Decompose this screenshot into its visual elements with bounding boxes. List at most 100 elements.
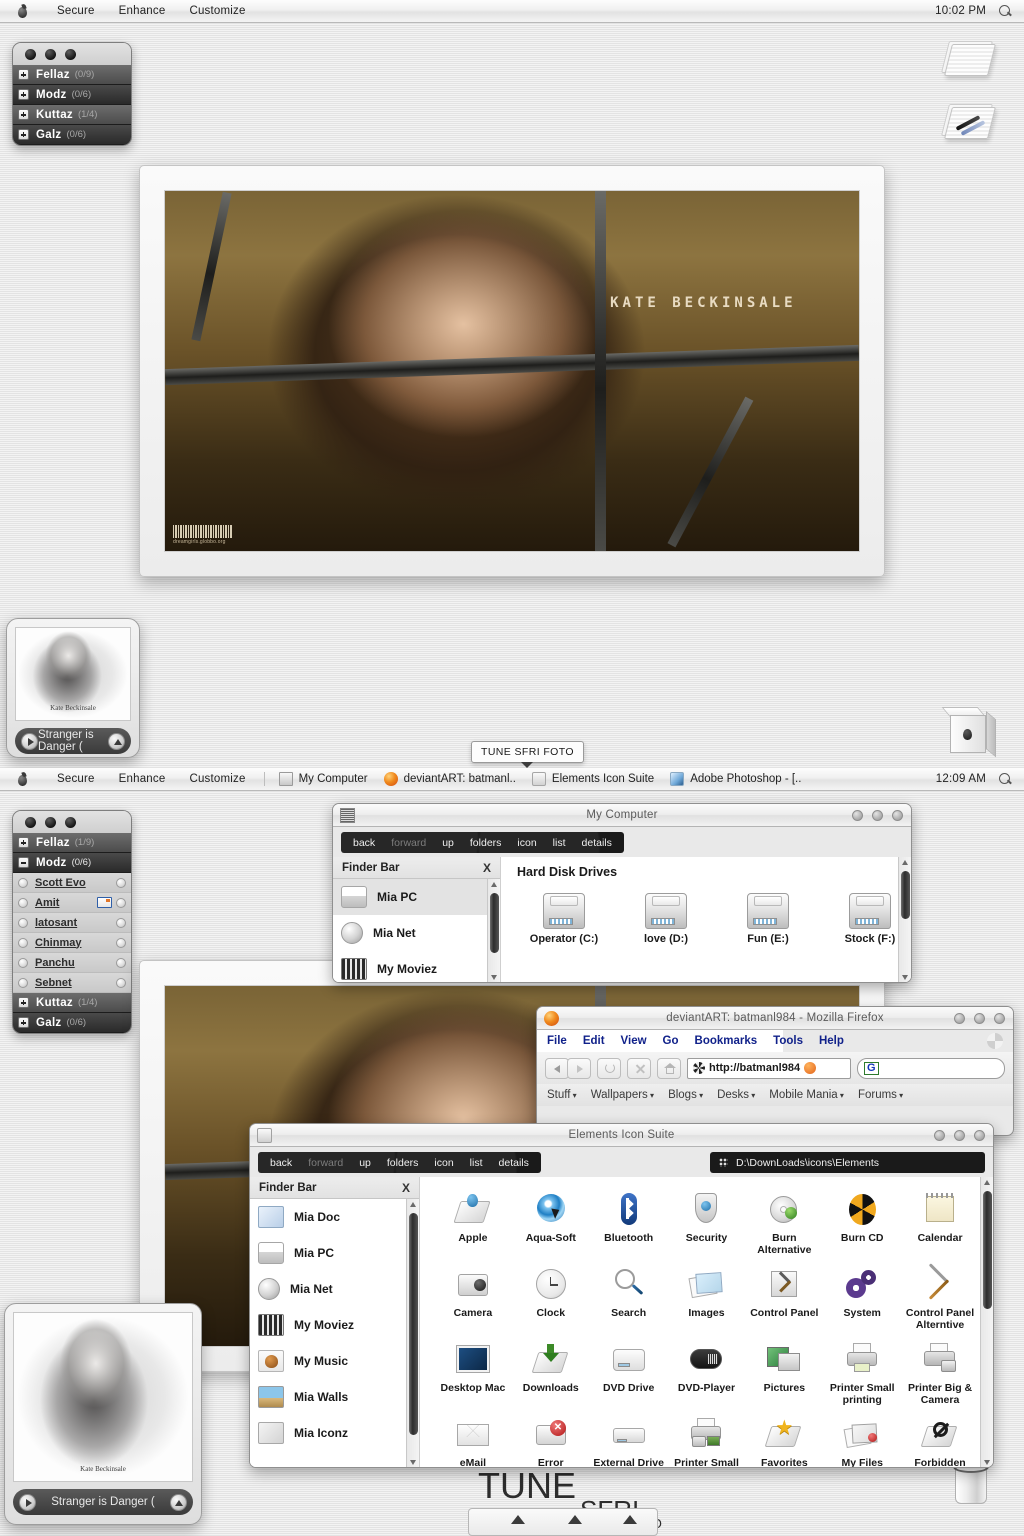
finder-bar-list[interactable]: Mia Doc Mia PC Mia Net My Moviez My Musi… xyxy=(250,1199,419,1467)
finder-item-mia-pc[interactable]: Mia PC xyxy=(333,879,500,915)
icon-view-button[interactable]: icon xyxy=(509,837,544,849)
titlebar[interactable]: Elements Icon Suite xyxy=(250,1124,993,1147)
buddy-item-scott-evo[interactable]: Scott Evo xyxy=(13,873,131,893)
bookmark-stuff[interactable]: Stuff xyxy=(547,1089,577,1101)
finder-bar-list[interactable]: Mia PC Mia Net My Moviez xyxy=(333,879,500,982)
details-view-button[interactable]: details xyxy=(491,1157,537,1169)
search-icon[interactable] xyxy=(996,3,1016,19)
taskbar-item-elements[interactable]: Elements Icon Suite xyxy=(524,772,662,786)
minimize-button[interactable] xyxy=(852,810,863,821)
rss-icon[interactable] xyxy=(804,1062,817,1074)
icon-item-control-panel[interactable]: Control Panel xyxy=(745,1260,823,1335)
zoom-button[interactable] xyxy=(65,48,76,60)
forward-button[interactable]: forward xyxy=(300,1157,351,1169)
details-view-button[interactable]: details xyxy=(574,837,620,849)
buddy-item-panchu[interactable]: Panchu xyxy=(13,953,131,973)
zoom-button[interactable] xyxy=(65,816,76,828)
menu-help[interactable]: Help xyxy=(819,1035,844,1047)
buddy-group-kuttaz[interactable]: Kuttaz (1/4) xyxy=(13,105,131,125)
icon-item-error[interactable]: ✕ Error xyxy=(512,1410,590,1467)
buddy-item-sebnet[interactable]: Sebnet xyxy=(13,973,131,993)
buddy-group-kuttaz[interactable]: Kuttaz (1/4) xyxy=(13,993,131,1013)
titlebar[interactable]: My Computer xyxy=(333,804,911,827)
close-button[interactable] xyxy=(892,810,903,821)
menubar-top[interactable]: Secure Enhance Customize 10:02 PM xyxy=(0,0,1024,23)
content-scrollbar[interactable] xyxy=(898,857,911,982)
play-icon[interactable] xyxy=(21,732,38,750)
expand-icon[interactable] xyxy=(18,1017,29,1028)
menu-item-secure[interactable]: Secure xyxy=(45,773,107,785)
content-scrollbar[interactable] xyxy=(980,1177,993,1467)
icon-item-dvd-player[interactable]: DVD-Player xyxy=(668,1335,746,1410)
titlebar[interactable]: deviantART: batmanl984 - Mozilla Firefox xyxy=(537,1007,1013,1030)
taskbar-item-deviantart[interactable]: deviantART: batmanl.. xyxy=(376,772,524,786)
expand-icon[interactable] xyxy=(18,69,29,80)
icon-item-camera[interactable]: Camera xyxy=(434,1260,512,1335)
taskbar-item-photoshop[interactable]: Adobe Photoshop - [.. xyxy=(662,772,809,786)
buddy-window-controls[interactable] xyxy=(13,811,131,833)
close-icon[interactable]: X xyxy=(402,1181,410,1195)
forward-icon[interactable] xyxy=(567,1057,591,1079)
window-buttons[interactable] xyxy=(852,810,903,821)
finder-bar[interactable]: Finder Bar X Mia Doc Mia PC Mia Net My M… xyxy=(250,1177,420,1467)
icon-item-aqua-soft[interactable]: Aqua-Soft xyxy=(512,1185,590,1260)
icon-item-security[interactable]: Security xyxy=(668,1185,746,1260)
close-icon[interactable]: X xyxy=(483,861,491,875)
icon-view-button[interactable]: icon xyxy=(426,1157,461,1169)
maximize-button[interactable] xyxy=(974,1013,985,1024)
firefox-navbar[interactable]: http://batmanl984 G xyxy=(537,1052,1013,1084)
icon-item-downloads[interactable]: Downloads xyxy=(512,1335,590,1410)
address-bar[interactable]: D:\DownLoads\icons\Elements xyxy=(710,1152,985,1173)
action-icon[interactable] xyxy=(116,897,126,908)
explorer-toolbar[interactable]: back forward up folders icon list detail… xyxy=(250,1147,993,1177)
maximize-button[interactable] xyxy=(872,810,883,821)
menu-item-customize[interactable]: Customize xyxy=(177,5,257,17)
drive-stock-f[interactable]: Stock (F:) xyxy=(833,893,907,945)
menu-item-customize[interactable]: Customize xyxy=(177,773,257,785)
media-player-widget-bottom[interactable]: Kate Beckinsale Stranger is Danger ( xyxy=(4,1303,202,1525)
menubar-bottom[interactable]: Secure Enhance Customize My Computer dev… xyxy=(0,768,1024,791)
maximize-button[interactable] xyxy=(954,1130,965,1141)
icon-item-apple[interactable]: Apple xyxy=(434,1185,512,1260)
nav-button-group[interactable]: back forward up folders icon list detail… xyxy=(258,1152,541,1173)
action-icon[interactable] xyxy=(116,877,126,888)
close-button[interactable] xyxy=(25,48,36,60)
taskbar-item-my-computer[interactable]: My Computer xyxy=(271,772,376,786)
nav-button-group[interactable]: back forward up folders icon list detail… xyxy=(341,832,624,853)
player-controls[interactable]: Stranger is Danger ( xyxy=(15,728,131,754)
stop-icon[interactable] xyxy=(627,1057,651,1079)
scroll-thumb[interactable] xyxy=(901,871,910,919)
desktop-icon-notepad-pens[interactable] xyxy=(941,103,1000,143)
menu-bookmarks[interactable]: Bookmarks xyxy=(695,1035,758,1047)
minimize-button[interactable] xyxy=(954,1013,965,1024)
scroll-thumb[interactable] xyxy=(983,1191,992,1309)
scroll-up-icon[interactable] xyxy=(491,882,497,887)
buddy-window-controls[interactable] xyxy=(13,43,131,65)
mail-icon[interactable] xyxy=(97,897,112,908)
buddy-group-fellaz[interactable]: Fellaz (1/9) xyxy=(13,833,131,853)
bookmark-mobile-mania[interactable]: Mobile Mania xyxy=(769,1089,844,1101)
list-view-button[interactable]: list xyxy=(545,837,574,849)
search-input[interactable]: G xyxy=(857,1057,1005,1079)
icon-item-search[interactable]: Search xyxy=(590,1260,668,1335)
bookmark-wallpapers[interactable]: Wallpapers xyxy=(591,1089,654,1101)
search-icon[interactable] xyxy=(996,771,1016,787)
buddy-group-modz[interactable]: Modz (0/6) xyxy=(13,85,131,105)
expand-icon[interactable] xyxy=(18,837,29,848)
buddy-list-top[interactable]: Fellaz (0/9) Modz (0/6) Kuttaz (1/4) Gal… xyxy=(12,42,132,146)
explorer-toolbar[interactable]: back forward up folders icon list detail… xyxy=(333,827,911,857)
icon-item-desktop-mac[interactable]: Desktop Mac xyxy=(434,1335,512,1410)
finder-item-mia-doc[interactable]: Mia Doc xyxy=(250,1199,419,1235)
finder-item-mia-net[interactable]: Mia Net xyxy=(250,1271,419,1307)
photo-frame-widget[interactable]: KATE BECKINSALE dreamgirls.globbo.org xyxy=(139,165,885,577)
url-input[interactable]: http://batmanl984 xyxy=(687,1057,851,1079)
scroll-down-icon[interactable] xyxy=(491,975,497,980)
home-icon[interactable] xyxy=(657,1057,681,1079)
buddy-item-amit[interactable]: Amit xyxy=(13,893,131,913)
icon-item-email[interactable]: eMail xyxy=(434,1410,512,1467)
collapse-icon[interactable] xyxy=(18,857,29,868)
menu-item-secure[interactable]: Secure xyxy=(45,5,107,17)
dock-label-tune[interactable]: TUNE xyxy=(478,1465,576,1507)
minimize-button[interactable] xyxy=(45,48,56,60)
finder-item-mia-walls[interactable]: Mia Walls xyxy=(250,1379,419,1415)
